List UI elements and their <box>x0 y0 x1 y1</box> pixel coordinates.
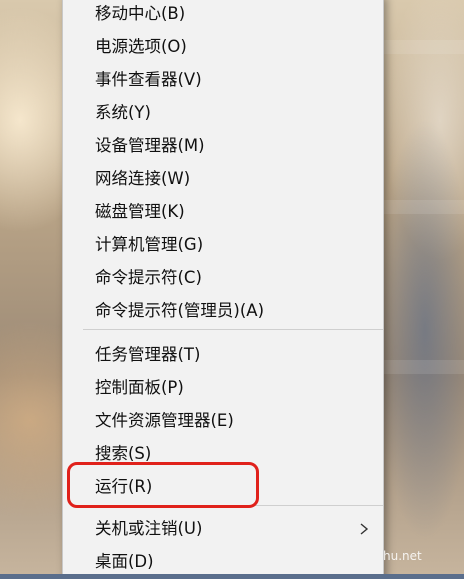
menu-item-run[interactable]: 运行(R) <box>95 471 383 503</box>
taskbar-strip <box>0 574 464 579</box>
menu-item-device-manager[interactable]: 设备管理器(M) <box>95 130 383 162</box>
menu-item-system[interactable]: 系统(Y) <box>95 97 383 129</box>
menu-item-computer-management[interactable]: 计算机管理(G) <box>95 229 383 261</box>
menu-item-search[interactable]: 搜索(S) <box>95 438 383 470</box>
background-texture <box>384 40 464 54</box>
menu-separator <box>83 329 383 330</box>
menu-item-task-manager[interactable]: 任务管理器(T) <box>95 339 383 371</box>
menu-item-file-explorer[interactable]: 文件资源管理器(E) <box>95 405 383 437</box>
menu-item-command-prompt[interactable]: 命令提示符(C) <box>95 262 383 294</box>
background-texture <box>384 360 464 374</box>
menu-item-control-panel[interactable]: 控制面板(P) <box>95 372 383 404</box>
menu-item-disk-management[interactable]: 磁盘管理(K) <box>95 196 383 228</box>
menu-item-event-viewer[interactable]: 事件查看器(V) <box>95 64 383 96</box>
menu-item-label: 关机或注销(U) <box>95 519 203 538</box>
chevron-right-icon <box>357 513 371 545</box>
menu-separator <box>83 505 383 506</box>
winx-context-menu: 移动中心(B) 电源选项(O) 事件查看器(V) 系统(Y) 设备管理器(M) … <box>62 0 384 579</box>
menu-item-network-connections[interactable]: 网络连接(W) <box>95 163 383 195</box>
menu-item-command-prompt-admin[interactable]: 命令提示符(管理员)(A) <box>95 295 383 327</box>
menu-item-mobility-center[interactable]: 移动中心(B) <box>95 0 383 30</box>
background-texture <box>384 200 464 214</box>
watermark-text: hu.net <box>383 549 422 563</box>
menu-item-power-options[interactable]: 电源选项(O) <box>95 31 383 63</box>
menu-item-shutdown-signout[interactable]: 关机或注销(U) <box>95 513 383 545</box>
